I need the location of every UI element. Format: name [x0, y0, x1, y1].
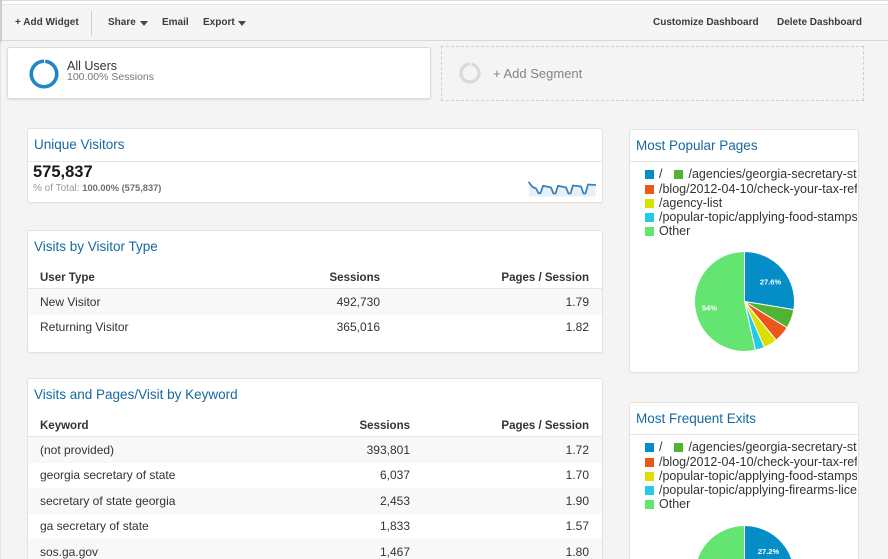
svg-text:27.6%: 27.6%: [759, 277, 781, 286]
svg-text:27.2%: 27.2%: [757, 547, 779, 556]
svg-text:54%: 54%: [701, 303, 716, 312]
